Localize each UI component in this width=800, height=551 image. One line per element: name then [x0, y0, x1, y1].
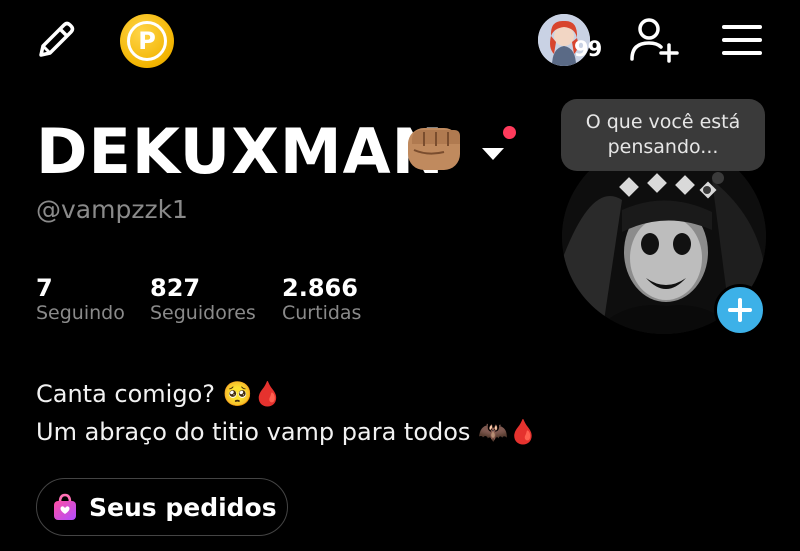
stat-likes[interactable]: 2.866 Curtidas [282, 274, 361, 324]
stat-value: 827 [150, 274, 201, 302]
edit-profile-button[interactable] [32, 16, 80, 64]
stat-label: Seguidores [150, 302, 256, 324]
thought-bubble[interactable]: O que você está pensando... [561, 99, 765, 171]
thought-bubble-tail [712, 172, 724, 184]
coin-balance-button[interactable]: P [120, 14, 174, 68]
thought-bubble-text: O que você está pensando... [585, 111, 741, 158]
stat-value: 7 [36, 274, 53, 302]
notification-dot [503, 126, 516, 139]
plus-icon [728, 298, 752, 322]
account-switch-dropdown[interactable] [480, 146, 506, 167]
hamburger-menu-icon [722, 25, 762, 55]
notification-count-badge: 99 [574, 37, 602, 61]
coin-icon: P [127, 21, 167, 61]
bio-line: Um abraço do titio vamp para todos 🦇🩸 [36, 418, 538, 446]
add-user-icon [630, 18, 679, 63]
orders-button[interactable]: Seus pedidos [36, 478, 288, 536]
orders-label: Seus pedidos [89, 492, 277, 522]
stat-label: Seguindo [36, 302, 125, 324]
add-friend-button[interactable] [626, 14, 682, 66]
chevron-down-icon [482, 148, 504, 160]
username-handle: @vampzzk1 [36, 195, 188, 224]
fist-emoji [404, 122, 468, 181]
stat-value: 2.866 [282, 274, 358, 302]
add-story-button[interactable] [714, 284, 766, 336]
stat-following[interactable]: 7 Seguindo [36, 274, 125, 324]
thought-bubble-tail [703, 186, 711, 194]
coin-letter: P [138, 27, 156, 55]
stat-followers[interactable]: 827 Seguidores [150, 274, 256, 324]
bio-line: Canta comigo? 🥺🩸 [36, 380, 283, 408]
stat-label: Curtidas [282, 302, 362, 324]
shopping-bag-icon [54, 493, 76, 520]
menu-button[interactable] [718, 18, 766, 62]
display-name: DEKUXMAN [36, 115, 445, 188]
pencil-icon [39, 21, 75, 57]
